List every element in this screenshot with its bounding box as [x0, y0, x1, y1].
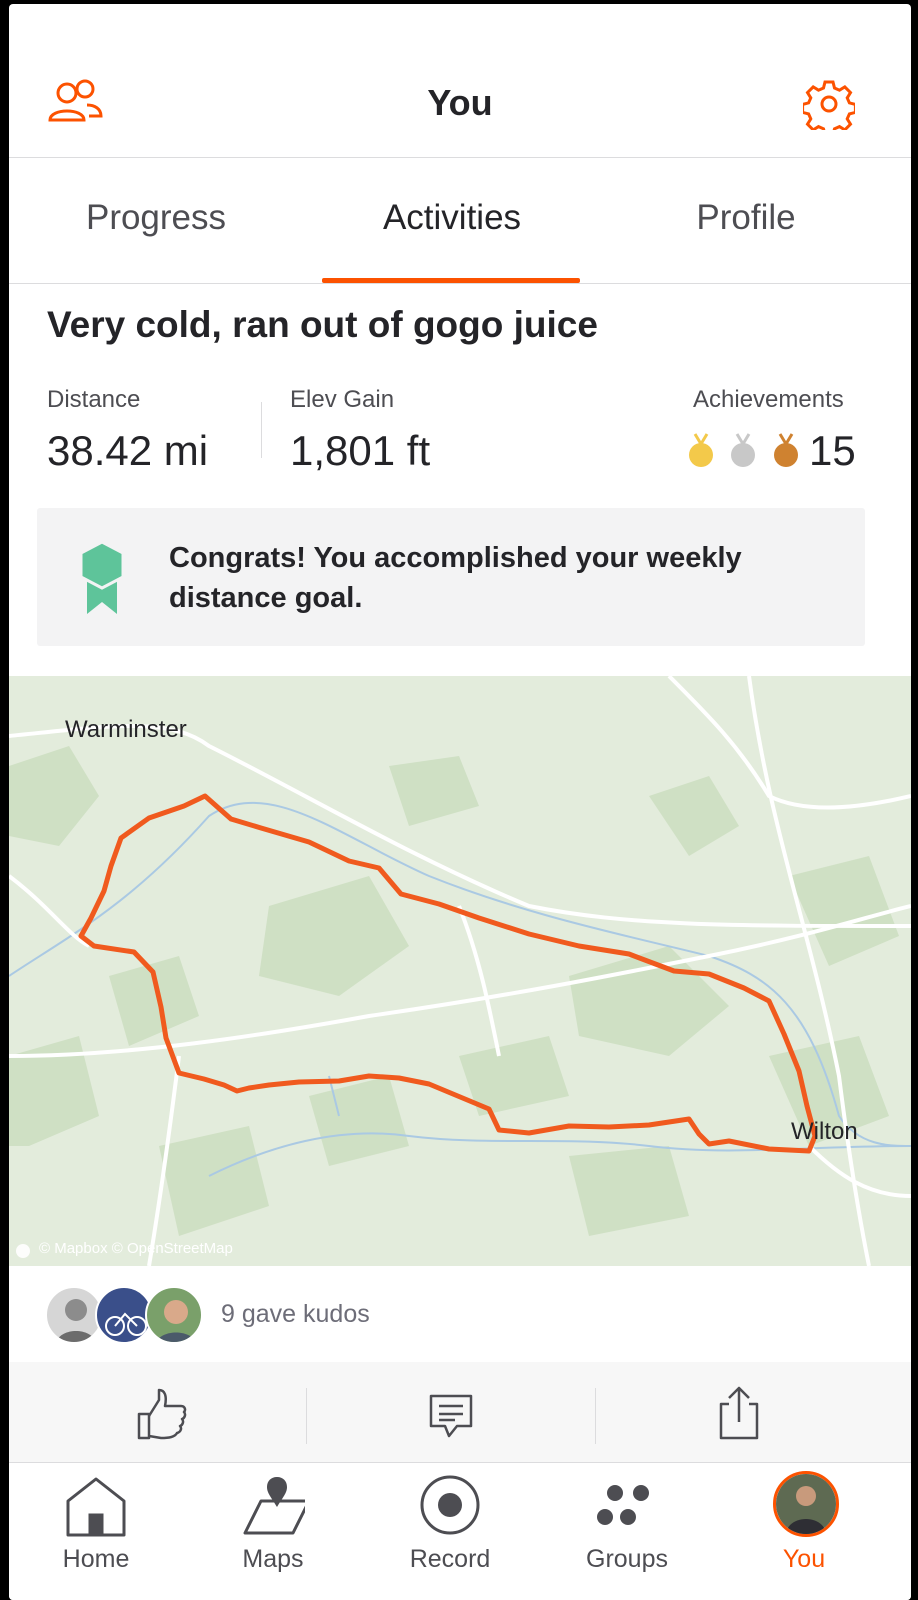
- thumbs-up-icon: [137, 1388, 187, 1440]
- app-screen: You Progress Activities Profile Very col…: [9, 4, 911, 1600]
- gear-icon: [801, 80, 857, 137]
- goal-message: Congrats! You accomplished your weekly d…: [169, 542, 742, 614]
- groups-icon: [597, 1485, 649, 1525]
- elev-gain-value: 1,801 ft: [290, 427, 431, 474]
- gold-medal-icon: [689, 433, 713, 467]
- distance-value: 38.42 mi: [47, 427, 209, 474]
- nav-you-label: You: [782, 1545, 826, 1573]
- nav-maps[interactable]: Maps: [198, 1463, 348, 1600]
- bottom-navigation: Home Maps Record Groups You: [9, 1462, 911, 1600]
- nav-groups-label: Groups: [586, 1545, 668, 1573]
- kudos-count[interactable]: 9 gave kudos: [221, 1300, 370, 1329]
- distance-label: Distance: [47, 386, 141, 413]
- route-map[interactable]: Warminster Wilton © Mapbox © OpenStreetM…: [9, 676, 911, 1266]
- map-label-wilton: Wilton: [791, 1118, 858, 1145]
- active-tab-indicator: [322, 278, 580, 283]
- settings-button[interactable]: [801, 78, 857, 137]
- nav-you[interactable]: You: [729, 1463, 879, 1600]
- silver-medal-icon: [731, 433, 755, 467]
- map-attribution[interactable]: © Mapbox © OpenStreetMap: [39, 1240, 233, 1257]
- record-icon: [420, 1475, 480, 1535]
- kudos-row[interactable]: 9 gave kudos: [9, 1266, 911, 1362]
- nav-maps-label: Maps: [242, 1545, 304, 1573]
- kudos-avatar-3: [145, 1286, 203, 1344]
- goal-banner[interactable]: Congrats! You accomplished your weekly d…: [37, 508, 865, 646]
- map-icon: [243, 1477, 305, 1535]
- mapbox-logo-icon: [16, 1244, 30, 1258]
- goal-ribbon-icon: [79, 540, 125, 614]
- profile-avatar: [773, 1471, 839, 1537]
- achievement-medals: [689, 432, 799, 472]
- nav-home[interactable]: Home: [21, 1463, 171, 1600]
- activity-action-bar: [9, 1362, 911, 1462]
- top-header: You: [9, 4, 911, 158]
- nav-record-label: Record: [409, 1545, 491, 1573]
- home-icon: [66, 1477, 126, 1537]
- map-label-warminster: Warminster: [65, 716, 187, 743]
- achievements-count: 15: [809, 427, 856, 474]
- stat-divider: [261, 402, 262, 458]
- tab-profile[interactable]: Profile: [616, 198, 876, 238]
- page-title: You: [427, 82, 493, 123]
- tab-bar: Progress Activities Profile: [9, 158, 911, 284]
- action-divider: [595, 1388, 596, 1444]
- nav-record[interactable]: Record: [375, 1463, 525, 1600]
- action-divider: [306, 1388, 307, 1444]
- bronze-medal-icon: [774, 433, 798, 467]
- share-button[interactable]: [711, 1384, 767, 1442]
- nav-groups[interactable]: Groups: [552, 1463, 702, 1600]
- tab-progress[interactable]: Progress: [26, 198, 286, 238]
- kudos-button[interactable]: [133, 1384, 189, 1442]
- tab-activities[interactable]: Activities: [322, 198, 582, 238]
- activity-title[interactable]: Very cold, ran out of gogo juice: [47, 304, 598, 346]
- comment-button[interactable]: [423, 1384, 479, 1442]
- achievements-label: Achievements: [693, 386, 844, 413]
- share-icon: [719, 1386, 759, 1440]
- comment-icon: [429, 1394, 473, 1438]
- elev-gain-label: Elev Gain: [290, 386, 395, 413]
- nav-home-label: Home: [62, 1545, 130, 1573]
